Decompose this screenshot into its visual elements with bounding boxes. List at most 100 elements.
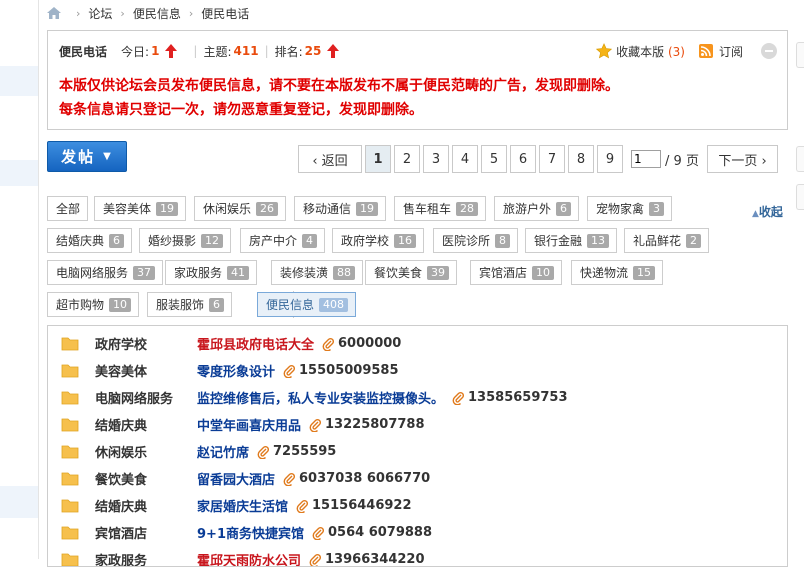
tag-item[interactable]: 礼品鲜花 2 (624, 228, 710, 253)
thread-title[interactable]: 留香园大酒店 (197, 469, 275, 488)
tag-item[interactable]: 服装服饰 6 (147, 292, 233, 317)
page-link[interactable]: 6 (510, 145, 536, 173)
collapse-box-icon[interactable] (761, 43, 777, 59)
breadcrumb-item-forum[interactable]: 论坛 (88, 5, 112, 22)
thread-category[interactable]: 休闲娱乐 (95, 442, 147, 461)
thread-title[interactable]: 中堂年画喜庆用品 (197, 415, 301, 434)
page-link[interactable]: 9 (597, 145, 623, 173)
new-post-button[interactable]: 发帖 ▼ (47, 141, 127, 172)
tag-item[interactable]: 售车租车 28 (394, 196, 487, 221)
thread-phone: 0564 6079888 (327, 525, 433, 540)
attachment-icon (322, 337, 335, 351)
tag-item[interactable]: 快递物流 15 (571, 260, 664, 285)
list-item: 结婚庆典 中堂年画喜庆用品 13225807788 (48, 411, 787, 438)
tag-item[interactable]: 超市购物 10 (47, 292, 140, 317)
tag-item[interactable]: 婚纱摄影 12 (139, 228, 232, 253)
tag-item[interactable]: 装修装潢 88 (271, 260, 364, 285)
thread-title[interactable]: 零度形象设计 (197, 361, 275, 380)
tag-item[interactable]: 医院诊所 8 (433, 228, 519, 253)
forum-name: 便民电话 (59, 44, 108, 59)
tag-item[interactable]: 政府学校 16 (332, 228, 425, 253)
thread-category[interactable]: 政府学校 (95, 334, 147, 353)
thread-title[interactable]: 霍邱县政府电话大全 (197, 334, 314, 353)
today-count: 1 (151, 44, 160, 58)
thread-title[interactable]: 9+1商务快捷宾馆 (197, 523, 304, 542)
breadcrumb-item-info[interactable]: 便民信息 (133, 5, 181, 22)
next-page-button[interactable]: 下一页 › (707, 145, 778, 173)
thread-title[interactable]: 监控维修售后，私人专业安装监控摄像头。 (197, 388, 444, 407)
tag-all[interactable]: 全部 (47, 196, 89, 221)
forum-info-box: 便民电话 今日: 1 | 主题: 411 | 排名: 25 收藏本版 (3) 订… (47, 30, 788, 130)
attachment-icon (309, 418, 322, 432)
thread-phone: 6000000 (338, 336, 402, 351)
page-link[interactable]: 8 (568, 145, 594, 173)
thread-category[interactable]: 结婚庆典 (95, 496, 147, 515)
thread-phone: 13225807788 (325, 417, 425, 432)
tag-item[interactable]: 银行金融 13 (525, 228, 618, 253)
left-pane-edge (0, 0, 39, 559)
folder-icon[interactable] (61, 443, 79, 459)
left-pane-highlight (0, 486, 38, 518)
folder-icon[interactable] (61, 497, 79, 513)
page-link[interactable]: 3 (423, 145, 449, 173)
right-pane-tab[interactable] (796, 42, 804, 68)
page-link[interactable]: 1 (365, 145, 391, 173)
divider: | (193, 44, 198, 58)
attachment-icon (283, 472, 296, 486)
folder-icon[interactable] (61, 335, 79, 351)
tag-item[interactable]: 家政服务 41 (165, 260, 258, 285)
thread-category[interactable]: 电脑网络服务 (95, 388, 173, 407)
tag-item[interactable]: 旅游户外 6 (494, 196, 580, 221)
back-button[interactable]: ‹ 返回 (298, 145, 362, 173)
thread-category[interactable]: 宾馆酒店 (95, 523, 147, 542)
thread-phone: 7255595 (273, 444, 337, 459)
tag-item[interactable]: 宠物家禽 3 (587, 196, 673, 221)
breadcrumb-separator: › (188, 6, 194, 20)
breadcrumb-item-current[interactable]: 便民电话 (201, 5, 249, 22)
folder-icon[interactable] (61, 551, 79, 567)
tag-item[interactable]: 移动通信 19 (294, 196, 387, 221)
thread-category[interactable]: 美容美体 (95, 361, 147, 380)
tag-item[interactable]: 宾馆酒店 10 (470, 260, 563, 285)
page-link[interactable]: 5 (481, 145, 507, 173)
page-link[interactable]: 4 (452, 145, 478, 173)
thread-phone: 13966344220 (325, 552, 425, 567)
folder-icon[interactable] (61, 416, 79, 432)
thread-category[interactable]: 餐饮美食 (95, 469, 147, 488)
attachment-icon (452, 391, 465, 405)
attachment-icon (296, 499, 309, 513)
thread-category[interactable]: 结婚庆典 (95, 415, 147, 434)
pagination: ‹ 返回 1 2 3 4 5 6 7 8 9 / 9 页 下一页 › (298, 145, 781, 173)
right-pane-tab[interactable] (796, 184, 804, 210)
favorite-forum-link[interactable]: 收藏本版 (3) (616, 43, 685, 60)
page-jump-input[interactable] (631, 150, 662, 168)
tag-item[interactable]: 餐饮美食 39 (365, 260, 458, 285)
star-icon[interactable] (596, 43, 613, 59)
tag-item[interactable]: 房产中介 4 (240, 228, 326, 253)
collapse-tags-link[interactable]: ▲收起 (752, 203, 783, 220)
thread-title[interactable]: 家居婚庆生活馆 (197, 496, 288, 515)
thread-phone: 6037038 6066770 (299, 471, 431, 486)
list-item: 政府学校 霍邱县政府电话大全 6000000 (48, 330, 787, 357)
folder-icon[interactable] (61, 362, 79, 378)
page-link[interactable]: 2 (394, 145, 420, 173)
thread-title[interactable]: 赵记竹席 (197, 442, 249, 461)
rss-icon[interactable] (698, 44, 713, 58)
folder-icon[interactable] (61, 524, 79, 540)
rank-value: 25 (304, 44, 322, 58)
right-pane-tab[interactable] (796, 146, 804, 172)
list-item: 美容美体 零度形象设计 15505009585 (48, 357, 787, 384)
breadcrumb-separator: › (76, 6, 81, 20)
home-icon[interactable] (46, 6, 62, 20)
tag-item[interactable]: 电脑网络服务 37 (47, 260, 164, 285)
folder-icon[interactable] (61, 470, 79, 486)
attachment-icon (283, 364, 296, 378)
page-link[interactable]: 7 (539, 145, 565, 173)
tag-item-active[interactable]: 便民信息 408 (257, 292, 357, 317)
tag-item[interactable]: 美容美体 19 (94, 196, 187, 221)
subscribe-link[interactable]: 订阅 (719, 43, 743, 60)
tag-item[interactable]: 休闲娱乐 26 (194, 196, 287, 221)
tag-item[interactable]: 结婚庆典 6 (47, 228, 133, 253)
folder-icon[interactable] (61, 389, 79, 405)
attachment-icon (257, 445, 270, 459)
